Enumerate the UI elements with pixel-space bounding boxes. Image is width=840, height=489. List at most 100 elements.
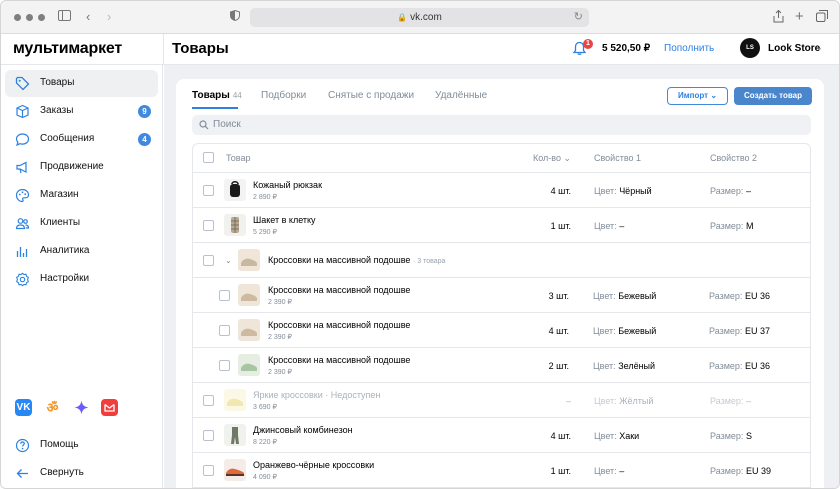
product-name[interactable]: Шакет в клетку [253, 215, 316, 225]
close-window-dot[interactable] [14, 14, 21, 21]
group-name[interactable]: Кроссовки на массивной подошве · 3 товар… [268, 255, 445, 265]
property-1-value: – [619, 221, 625, 231]
search-input[interactable]: Поиск [192, 115, 811, 135]
product-name[interactable]: Оранжево-чёрные кроссовки [253, 460, 374, 470]
sidebar-item-messages[interactable]: Сообщения 4 [5, 126, 158, 153]
column-header-property-1[interactable]: Свойство 1 [594, 153, 641, 163]
sidebar-item-shop[interactable]: Магазин [5, 182, 158, 209]
back-icon[interactable]: ‹ [86, 10, 90, 24]
row-checkbox[interactable] [203, 395, 214, 406]
select-all-checkbox[interactable] [203, 152, 214, 163]
property-1: Цвет: Жёлтый [594, 396, 653, 406]
tab-collections[interactable]: Подборки [261, 90, 306, 101]
shield-icon[interactable] [230, 9, 240, 24]
qty-header-label: Кол-во [533, 153, 561, 163]
chart-icon [15, 244, 30, 259]
sidebar-item-products[interactable]: Товары [5, 70, 158, 97]
property-2-label: Размер: [709, 291, 743, 301]
products-table: Товар Кол-во ⌄ Свойство 1 Свойство 2 Кож… [192, 143, 811, 488]
product-thumbnail [224, 424, 246, 446]
messages-count-badge: 4 [138, 133, 151, 146]
row-checkbox[interactable] [203, 465, 214, 476]
table-row[interactable]: Кроссовки на массивной подошве 2 390 ₽ 2… [193, 348, 810, 383]
maximize-window-dot[interactable] [38, 14, 45, 21]
product-name[interactable]: Джинсовый комбинезон [253, 425, 353, 435]
topup-link[interactable]: Пополнить [664, 43, 714, 54]
property-1-value: Бежевый [618, 291, 657, 301]
tabs-overview-icon[interactable] [816, 10, 828, 25]
create-product-button[interactable]: Создать товар [734, 87, 812, 105]
property-2: Размер: S [710, 431, 752, 441]
tab-withdrawn[interactable]: Снятые с продажи [328, 90, 414, 101]
ok-icon[interactable]: ॐ [44, 399, 61, 416]
mail-icon[interactable] [101, 399, 118, 416]
sidebar-item-analytics[interactable]: Аналитика [5, 238, 158, 265]
table-row[interactable]: Кроссовки на массивной подошве 2 390 ₽ 4… [193, 313, 810, 348]
product-name[interactable]: Кожаный рюкзак [253, 180, 322, 190]
property-1-label: Цвет: [593, 361, 616, 371]
new-tab-icon[interactable]: + [795, 9, 804, 24]
sparkle-icon[interactable] [73, 399, 90, 416]
products-card: Товары 44 Подборки Снятые с продажи Удалё… [176, 79, 824, 488]
property-1-label: Цвет: [594, 466, 617, 476]
property-1: Цвет: Зелёный [593, 361, 655, 371]
store-name[interactable]: Look Store [768, 43, 820, 54]
property-2-label: Размер: [710, 396, 744, 406]
tab-deleted[interactable]: Удалённые [435, 90, 487, 101]
property-1-value: Зелёный [618, 361, 656, 371]
property-2-value: – [745, 186, 751, 196]
sidebar-item-promotion[interactable]: Продвижение [5, 154, 158, 181]
row-checkbox[interactable] [203, 430, 214, 441]
property-1-value: Чёрный [619, 186, 652, 196]
column-header-qty[interactable]: Кол-во ⌄ [533, 153, 571, 164]
group-count: · 3 товара [412, 258, 446, 265]
product-name[interactable]: Яркие кроссовки · Недоступен [253, 390, 380, 400]
sidebar-toggle-icon[interactable] [58, 10, 71, 24]
vk-icon[interactable]: VK [15, 399, 32, 416]
table-row[interactable]: Кожаный рюкзак 2 890 ₽ 4 шт. Цвет: Чёрны… [193, 173, 810, 208]
share-icon[interactable] [773, 9, 784, 26]
sidebar-item-orders[interactable]: Заказы 9 [5, 98, 158, 125]
forward-icon[interactable]: › [107, 10, 111, 24]
product-name[interactable]: Кроссовки на массивной подошве [268, 355, 410, 365]
column-header-property-2[interactable]: Свойство 2 [710, 153, 757, 163]
product-name[interactable]: Кроссовки на массивной подошве [268, 320, 410, 330]
tab-products[interactable]: Товары 44 [192, 90, 242, 101]
product-name[interactable]: Кроссовки на массивной подошве [268, 285, 410, 295]
product-qty: 1 шт. [550, 221, 571, 231]
table-row-unavailable[interactable]: Яркие кроссовки · Недоступен 3 690 ₽ – Ц… [193, 383, 810, 418]
row-checkbox[interactable] [219, 325, 230, 336]
row-checkbox[interactable] [203, 220, 214, 231]
table-group-row[interactable]: ⌄ Кроссовки на массивной подошве · 3 тов… [193, 243, 810, 278]
sidebar-item-clients[interactable]: Клиенты [5, 210, 158, 237]
chevron-down-icon[interactable]: ⌄ [225, 256, 232, 265]
chevron-down-icon[interactable]: ⌄ [816, 43, 823, 52]
row-checkbox[interactable] [203, 255, 214, 266]
sidebar-item-settings[interactable]: Настройки [5, 266, 158, 293]
row-checkbox[interactable] [203, 185, 214, 196]
import-button[interactable]: Импорт ⌄ [667, 87, 728, 105]
row-checkbox[interactable] [219, 290, 230, 301]
collapse-sidebar-button[interactable]: Свернуть [5, 460, 158, 487]
property-1-value: Жёлтый [619, 396, 654, 406]
property-1-value: Бежевый [618, 326, 657, 336]
property-2: Размер: EU 37 [709, 326, 770, 336]
property-2-label: Размер: [710, 186, 744, 196]
address-bar[interactable]: 🔒 vk.com ↻ [250, 8, 589, 27]
store-avatar[interactable]: LS [740, 38, 760, 58]
table-row[interactable]: Оранжево-чёрные кроссовки 4 090 ₽ 1 шт. … [193, 453, 810, 488]
product-price: 3 690 ₽ [253, 404, 277, 411]
column-header-product[interactable]: Товар [226, 153, 251, 163]
row-checkbox[interactable] [219, 360, 230, 371]
help-link[interactable]: Помощь [5, 432, 158, 459]
table-row[interactable]: Кроссовки на массивной подошве 2 390 ₽ 3… [193, 278, 810, 313]
table-row[interactable]: Джинсовый комбинезон 8 220 ₽ 4 шт. Цвет:… [193, 418, 810, 453]
property-2-label: Размер: [710, 431, 744, 441]
app-logo[interactable]: мультимаркет [13, 40, 122, 58]
help-icon [15, 438, 30, 453]
property-2-value: S [745, 431, 752, 441]
table-row[interactable]: Шакет в клетку 5 290 ₽ 1 шт. Цвет: – Раз… [193, 208, 810, 243]
reload-icon[interactable]: ↻ [574, 8, 583, 27]
minimize-window-dot[interactable] [26, 14, 33, 21]
product-price: 2 390 ₽ [268, 369, 292, 376]
